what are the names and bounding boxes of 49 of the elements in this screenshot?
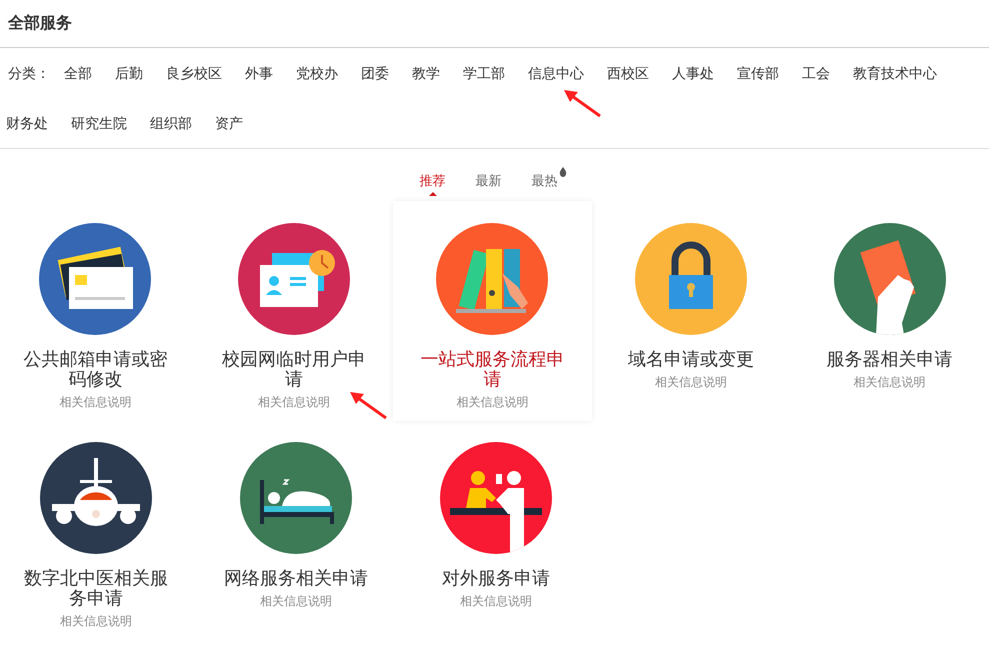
category-link[interactable]: 良乡校区 (166, 65, 222, 81)
category-link[interactable]: 学工部 (463, 65, 505, 81)
service-card[interactable]: 数字北中医相关服务申请 相关信息说明 (0, 420, 196, 640)
service-title: 校园网临时用户申请 (220, 348, 367, 388)
arrow-annotation (348, 390, 388, 420)
page-title: 全部服务 (8, 13, 72, 34)
category-link[interactable]: 研究生院 (71, 115, 127, 131)
sort-tab[interactable]: 推荐 (420, 171, 446, 196)
service-card[interactable]: 网络服务相关申请 相关信息说明 (196, 420, 396, 640)
service-card[interactable]: 校园网临时用户申请 相关信息说明 (194, 200, 394, 420)
service-card[interactable]: 域名申请或变更 相关信息说明 (592, 200, 790, 420)
category-link[interactable]: 后勤 (115, 65, 143, 81)
category-link[interactable]: 全部 (64, 65, 92, 81)
service-card[interactable]: 公共邮箱申请或密码修改 相关信息说明 (0, 200, 195, 420)
service-title: 公共邮箱申请或密码修改 (22, 348, 168, 388)
service-card[interactable]: 对外服务申请 相关信息说明 (396, 420, 596, 640)
category-link[interactable]: 资产 (215, 115, 243, 131)
category-link[interactable]: 信息中心 (528, 65, 584, 81)
service-description: 相关信息说明 (460, 592, 532, 610)
service-description: 相关信息说明 (260, 592, 332, 610)
category-link[interactable]: 外事 (245, 65, 273, 81)
sort-tab[interactable]: 最热 (532, 171, 558, 196)
service-title: 数字北中医相关服务申请 (23, 568, 169, 608)
category-link[interactable]: 教学 (412, 65, 440, 81)
category-link[interactable]: 团委 (361, 65, 389, 81)
category-label: 分类： (8, 65, 50, 81)
service-description: 相关信息说明 (60, 612, 132, 630)
service-description: 相关信息说明 (59, 394, 132, 410)
category-link[interactable]: 财务处 (6, 115, 48, 131)
service-title: 对外服务申请 (441, 568, 551, 588)
sort-tab[interactable]: 最新 (476, 171, 502, 196)
service-title: 网络服务相关申请 (223, 568, 369, 588)
service-title: 域名申请或变更 (627, 348, 756, 368)
service-card[interactable]: 一站式服务流程申请 相关信息说明 (393, 200, 592, 420)
service-description: 相关信息说明 (854, 374, 926, 390)
category-link[interactable]: 组织部 (150, 115, 192, 131)
category-link[interactable]: 宣传部 (737, 65, 779, 81)
service-description: 相关信息说明 (258, 394, 330, 410)
arrow-annotation (562, 88, 602, 118)
service-card[interactable]: 服务器相关申请 相关信息说明 (790, 200, 989, 420)
category-link[interactable]: 教育技术中心 (853, 65, 937, 81)
service-description: 相关信息说明 (456, 394, 528, 410)
category-link[interactable]: 党校办 (296, 65, 338, 81)
category-link[interactable]: 西校区 (607, 65, 649, 81)
service-description: 相关信息说明 (655, 374, 728, 390)
category-link[interactable]: 人事处 (672, 65, 714, 81)
category-link[interactable]: 工会 (802, 65, 830, 81)
service-title: 服务器相关申请 (826, 348, 954, 368)
service-title: 一站式服务流程申请 (419, 348, 566, 388)
